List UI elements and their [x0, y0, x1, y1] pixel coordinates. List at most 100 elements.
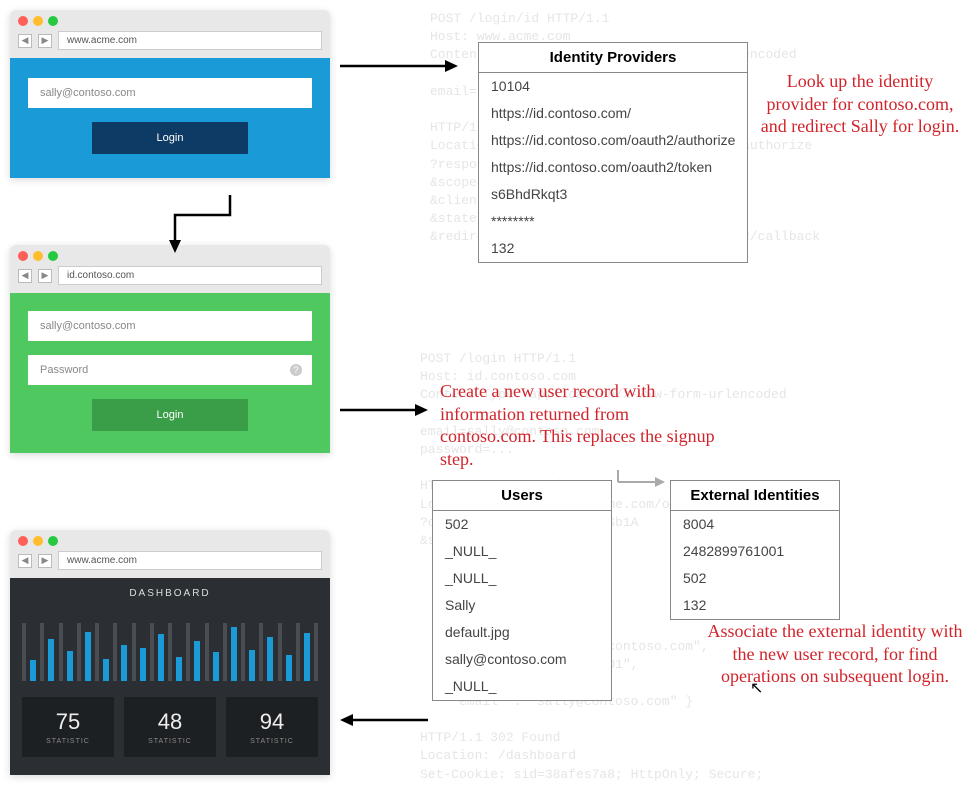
nav-fwd-icon[interactable]: ▶	[38, 34, 52, 48]
annotation-create-user: Create a new user record with informatio…	[440, 380, 725, 470]
help-icon[interactable]: ?	[290, 364, 302, 376]
table-row: 502	[671, 565, 839, 592]
login-button[interactable]: Login	[92, 122, 248, 154]
browser-dashboard: ◀ ▶ www.acme.com DASHBOARD 75STATISTIC48…	[10, 530, 330, 775]
window-min-icon	[33, 536, 43, 546]
window-min-icon	[33, 16, 43, 26]
window-close-icon	[18, 16, 28, 26]
dashboard-chart	[10, 617, 330, 681]
chart-bar	[30, 660, 36, 681]
chart-bar	[267, 637, 273, 681]
window-close-icon	[18, 251, 28, 261]
annotation-associate-identity: Associate the external identity with the…	[700, 620, 970, 688]
arrow-left-icon	[340, 710, 430, 730]
window-max-icon	[48, 536, 58, 546]
window-min-icon	[33, 251, 43, 261]
stat-box: 48 STATISTIC	[124, 697, 216, 757]
chart-tick	[205, 623, 209, 681]
nav-back-icon[interactable]: ◀	[18, 554, 32, 568]
chart-bar	[249, 650, 255, 681]
table-row: default.jpg	[433, 619, 611, 646]
browser-idp-login: ◀ ▶ id.contoso.com sally@contoso.com Pas…	[10, 245, 330, 453]
arrow-right-icon	[340, 56, 460, 76]
email-field[interactable]: sally@contoso.com	[28, 311, 312, 341]
chart-tick	[278, 623, 282, 681]
browser-acme-login: ◀ ▶ www.acme.com sally@contoso.com Login	[10, 10, 330, 178]
table-title: Users	[433, 481, 611, 511]
chart-bar	[194, 641, 200, 681]
stat-value: 48	[128, 709, 212, 735]
window-max-icon	[48, 251, 58, 261]
table-row: Sally	[433, 592, 611, 619]
chart-tick	[241, 623, 245, 681]
table-row: https://id.contoso.com/oauth2/token	[479, 154, 747, 181]
stat-value: 94	[230, 709, 314, 735]
table-row: https://id.contoso.com/	[479, 100, 747, 127]
chart-bar	[176, 657, 182, 681]
table-row: 2482899761001	[671, 538, 839, 565]
nav-back-icon[interactable]: ◀	[18, 269, 32, 283]
chart-tick	[296, 623, 300, 681]
stats-row: 75 STATISTIC 48 STATISTIC 94 STATISTIC	[10, 681, 330, 775]
chart-bar	[304, 633, 310, 681]
table-row: 8004	[671, 511, 839, 538]
chart-tick	[223, 623, 227, 681]
table-row: 132	[479, 235, 747, 262]
users-table: Users 502_NULL__NULL_Sallydefault.jpgsal…	[432, 480, 612, 701]
chart-tick	[22, 623, 26, 681]
login-button[interactable]: Login	[92, 399, 248, 431]
nav-back-icon[interactable]: ◀	[18, 34, 32, 48]
stat-label: STATISTIC	[128, 738, 212, 745]
table-row: 502	[433, 511, 611, 538]
table-row: 10104	[479, 73, 747, 100]
cursor-icon: ↖	[750, 678, 763, 698]
stat-label: STATISTIC	[26, 738, 110, 745]
table-title: External Identities	[671, 481, 839, 511]
stat-value: 75	[26, 709, 110, 735]
chart-bar	[121, 645, 127, 681]
table-row: _NULL_	[433, 538, 611, 565]
stat-box: 94 STATISTIC	[226, 697, 318, 757]
external-identities-table: External Identities 80042482899761001502…	[670, 480, 840, 620]
chart-bar	[140, 648, 146, 681]
chart-tick	[113, 623, 117, 681]
chart-tick	[168, 623, 172, 681]
table-row: https://id.contoso.com/oauth2/authorize	[479, 127, 747, 154]
chart-tick	[150, 623, 154, 681]
window-max-icon	[48, 16, 58, 26]
table-row: sally@contoso.com	[433, 646, 611, 673]
stat-box: 75 STATISTIC	[22, 697, 114, 757]
table-title: Identity Providers	[479, 43, 747, 73]
url-bar[interactable]: id.contoso.com	[58, 266, 322, 285]
email-field[interactable]: sally@contoso.com	[28, 78, 312, 108]
annotation-lookup-idp: Look up the identity provider for contos…	[755, 70, 965, 138]
url-bar[interactable]: www.acme.com	[58, 551, 322, 570]
table-row: _NULL_	[433, 673, 611, 700]
stat-label: STATISTIC	[230, 738, 314, 745]
chart-bar	[231, 627, 237, 681]
window-close-icon	[18, 536, 28, 546]
chart-tick	[132, 623, 136, 681]
nav-fwd-icon[interactable]: ▶	[38, 269, 52, 283]
chart-tick	[95, 623, 99, 681]
password-field[interactable]: Password?	[28, 355, 312, 385]
chart-tick	[40, 623, 44, 681]
chart-bar	[67, 651, 73, 681]
table-row: 132	[671, 592, 839, 619]
chart-bar	[213, 652, 219, 681]
chart-tick	[59, 623, 63, 681]
arrow-right-icon	[340, 400, 430, 420]
dashboard-title: DASHBOARD	[10, 578, 330, 617]
chart-bar	[103, 659, 109, 681]
identity-providers-table: Identity Providers 10104https://id.conto…	[478, 42, 748, 263]
chart-tick	[77, 623, 81, 681]
chart-tick	[186, 623, 190, 681]
chart-bar	[158, 634, 164, 681]
chart-bar	[48, 639, 54, 681]
url-bar[interactable]: www.acme.com	[58, 31, 322, 50]
table-row: _NULL_	[433, 565, 611, 592]
table-row: ********	[479, 208, 747, 235]
chart-bar	[85, 632, 91, 681]
chart-tick	[259, 623, 263, 681]
nav-fwd-icon[interactable]: ▶	[38, 554, 52, 568]
